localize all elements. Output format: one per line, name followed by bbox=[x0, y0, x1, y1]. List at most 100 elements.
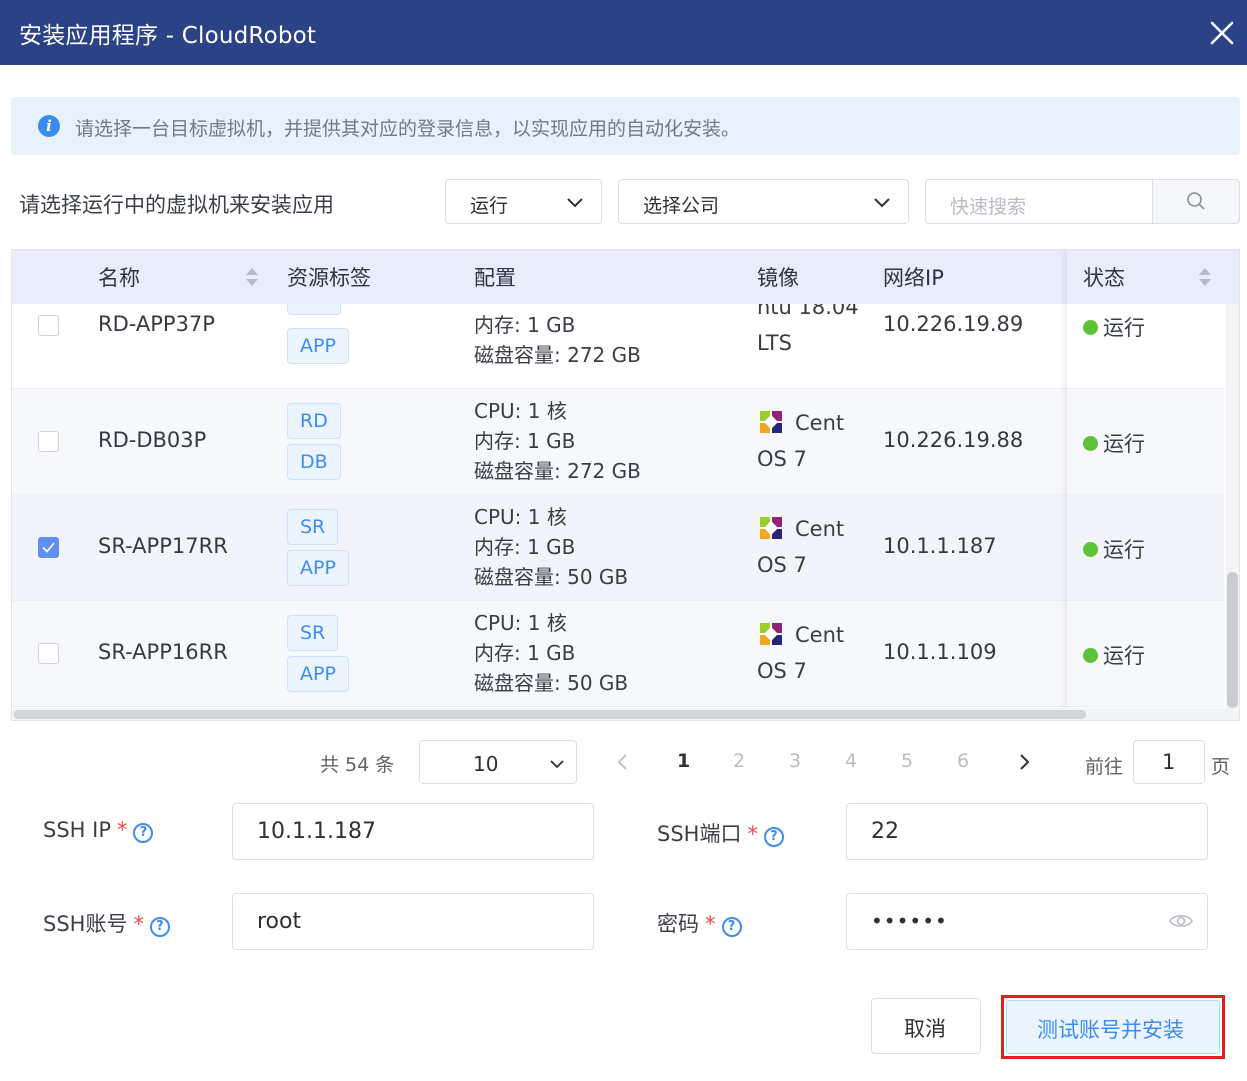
password-input[interactable]: •••••• bbox=[846, 893, 1208, 950]
vm-status: 运行 bbox=[1083, 640, 1145, 670]
status-text: 运行 bbox=[1103, 432, 1145, 456]
page-number[interactable]: 2 bbox=[733, 750, 745, 772]
status-filter-value: 运行 bbox=[470, 195, 509, 217]
resource-tag: RD bbox=[287, 403, 341, 439]
vm-name: SR-APP16RR bbox=[98, 640, 228, 664]
status-dot bbox=[1083, 542, 1098, 557]
vm-status: 运行 bbox=[1083, 534, 1145, 564]
goto-page-input[interactable]: 1 bbox=[1133, 740, 1205, 784]
page-number[interactable]: 1 bbox=[677, 750, 690, 772]
page-size-select[interactable]: 10 bbox=[419, 740, 577, 784]
ssh-account-input[interactable]: root bbox=[232, 893, 594, 950]
vm-config: CPU: 1 核 内存: 1 GB 磁盘容量: 50 GB bbox=[474, 608, 628, 698]
config-memory: 内存: 1 GB bbox=[474, 429, 576, 453]
column-header-tags: 资源标签 bbox=[287, 266, 371, 290]
search-icon bbox=[1187, 192, 1205, 210]
filter-label: 请选择运行中的虚拟机来安装应用 bbox=[19, 193, 334, 217]
horizontal-scrollbar-thumb[interactable] bbox=[14, 710, 1086, 719]
cancel-button-label: 取消 bbox=[904, 1017, 946, 1041]
page-number[interactable]: 4 bbox=[845, 750, 857, 772]
centos-icon bbox=[760, 411, 782, 433]
image-line-1: Cent bbox=[795, 517, 845, 541]
row-checkbox[interactable] bbox=[38, 643, 59, 664]
ssh-port-value: 22 bbox=[871, 819, 899, 844]
column-header-name[interactable]: 名称 bbox=[98, 262, 140, 292]
chevron-down-icon bbox=[874, 198, 890, 208]
column-header-ip: 网络IP bbox=[883, 266, 944, 290]
vertical-scrollbar-thumb[interactable] bbox=[1227, 572, 1238, 708]
vm-ip: 10.1.1.187 bbox=[883, 534, 997, 558]
ssh-account-value: root bbox=[257, 909, 302, 934]
password-label-text: 密码 bbox=[657, 912, 699, 936]
company-filter-placeholder: 选择公司 bbox=[643, 195, 720, 217]
resource-tag: DB bbox=[287, 444, 341, 480]
column-header-image: 镜像 bbox=[757, 266, 799, 290]
status-filter-select[interactable]: 运行 bbox=[445, 179, 602, 224]
company-filter-select[interactable]: 选择公司 bbox=[618, 179, 909, 224]
page-number[interactable]: 6 bbox=[957, 750, 969, 772]
config-disk: 磁盘容量: 50 GB bbox=[474, 565, 629, 589]
row-checkbox-checked[interactable] bbox=[38, 537, 59, 558]
page-number[interactable]: 5 bbox=[901, 750, 913, 772]
resource-tag: APP bbox=[287, 328, 349, 364]
vm-name: RD-APP37P bbox=[98, 312, 215, 336]
password-label: 密码 *? bbox=[657, 908, 742, 938]
goto-page-value: 1 bbox=[1162, 750, 1176, 774]
image-line-2: OS 7 bbox=[757, 659, 807, 683]
image-line-1: Cent bbox=[795, 623, 845, 647]
centos-icon bbox=[760, 517, 782, 539]
resource-tag: SR bbox=[287, 615, 339, 651]
help-icon[interactable]: ? bbox=[133, 823, 154, 843]
prev-page-icon[interactable] bbox=[615, 752, 631, 772]
required-mark: * bbox=[133, 912, 144, 936]
search-button[interactable] bbox=[1152, 179, 1240, 224]
vm-ip: 10.1.1.109 bbox=[883, 640, 997, 664]
sort-icon[interactable] bbox=[1197, 266, 1213, 288]
config-disk: 磁盘容量: 50 GB bbox=[474, 671, 629, 695]
chevron-down-icon bbox=[567, 198, 583, 208]
ssh-ip-input[interactable]: 10.1.1.187 bbox=[232, 803, 594, 860]
close-icon[interactable] bbox=[1208, 19, 1236, 47]
table-row[interactable]: SR-APP17RR SR APP CPU: 1 核 内存: 1 GB 磁盘容量… bbox=[12, 495, 1224, 601]
vm-config: CPU: 1 核 内存: 1 GB 磁盘容量: 50 GB bbox=[474, 502, 628, 592]
cancel-button[interactable]: 取消 bbox=[871, 998, 981, 1054]
vm-image: Cent OS 7 bbox=[757, 405, 844, 477]
config-memory: 内存: 1 GB bbox=[474, 313, 576, 337]
row-checkbox[interactable] bbox=[38, 431, 59, 452]
chevron-down-icon bbox=[550, 760, 564, 769]
ssh-port-input[interactable]: 22 bbox=[846, 803, 1208, 860]
checkmark-icon bbox=[42, 542, 55, 553]
next-page-icon[interactable] bbox=[1016, 752, 1032, 772]
vm-image: Cent OS 7 bbox=[757, 617, 844, 689]
info-alert-text: 请选择一台目标虚拟机，并提供其对应的登录信息，以实现应用的自动化安装。 bbox=[75, 118, 741, 140]
image-line-2: OS 7 bbox=[757, 447, 807, 471]
eye-icon[interactable] bbox=[1169, 911, 1193, 931]
help-icon[interactable]: ? bbox=[149, 917, 170, 937]
vm-status: 运行 bbox=[1083, 312, 1145, 342]
row-checkbox[interactable] bbox=[38, 315, 59, 336]
vm-ip: 10.226.19.89 bbox=[883, 312, 1024, 336]
ssh-port-label: SSH端口 *? bbox=[657, 818, 784, 848]
page-number[interactable]: 3 bbox=[789, 750, 801, 772]
vm-name: RD-DB03P bbox=[98, 428, 207, 452]
sort-icon[interactable] bbox=[244, 266, 260, 288]
column-header-status[interactable]: 状态 bbox=[1083, 262, 1125, 292]
table-row[interactable]: RD-DB03P RD DB CPU: 1 核 内存: 1 GB 磁盘容量: 2… bbox=[12, 389, 1224, 495]
required-mark: * bbox=[747, 822, 758, 846]
test-and-install-button[interactable]: 测试账号并安装 bbox=[1006, 1000, 1220, 1054]
table-header: 名称 资源标签 配置 镜像 网络IP 状态 bbox=[12, 250, 1239, 304]
help-icon[interactable]: ? bbox=[763, 827, 784, 847]
status-dot bbox=[1083, 320, 1098, 335]
ssh-ip-label-text: SSH IP bbox=[43, 818, 111, 842]
vm-ip: 10.226.19.88 bbox=[883, 428, 1024, 452]
image-line-2: OS 7 bbox=[757, 553, 807, 577]
resource-tag: SR bbox=[287, 509, 339, 545]
column-header-config: 配置 bbox=[474, 266, 516, 290]
search-input[interactable]: 快速搜索 bbox=[925, 179, 1153, 224]
goto-label: 前往 bbox=[1085, 756, 1124, 778]
resource-tag: APP bbox=[287, 550, 349, 586]
table-row[interactable]: SR-APP16RR SR APP CPU: 1 核 内存: 1 GB 磁盘容量… bbox=[12, 601, 1224, 707]
password-value: •••••• bbox=[871, 909, 948, 933]
help-icon[interactable]: ? bbox=[721, 917, 742, 937]
status-text: 运行 bbox=[1103, 316, 1145, 340]
